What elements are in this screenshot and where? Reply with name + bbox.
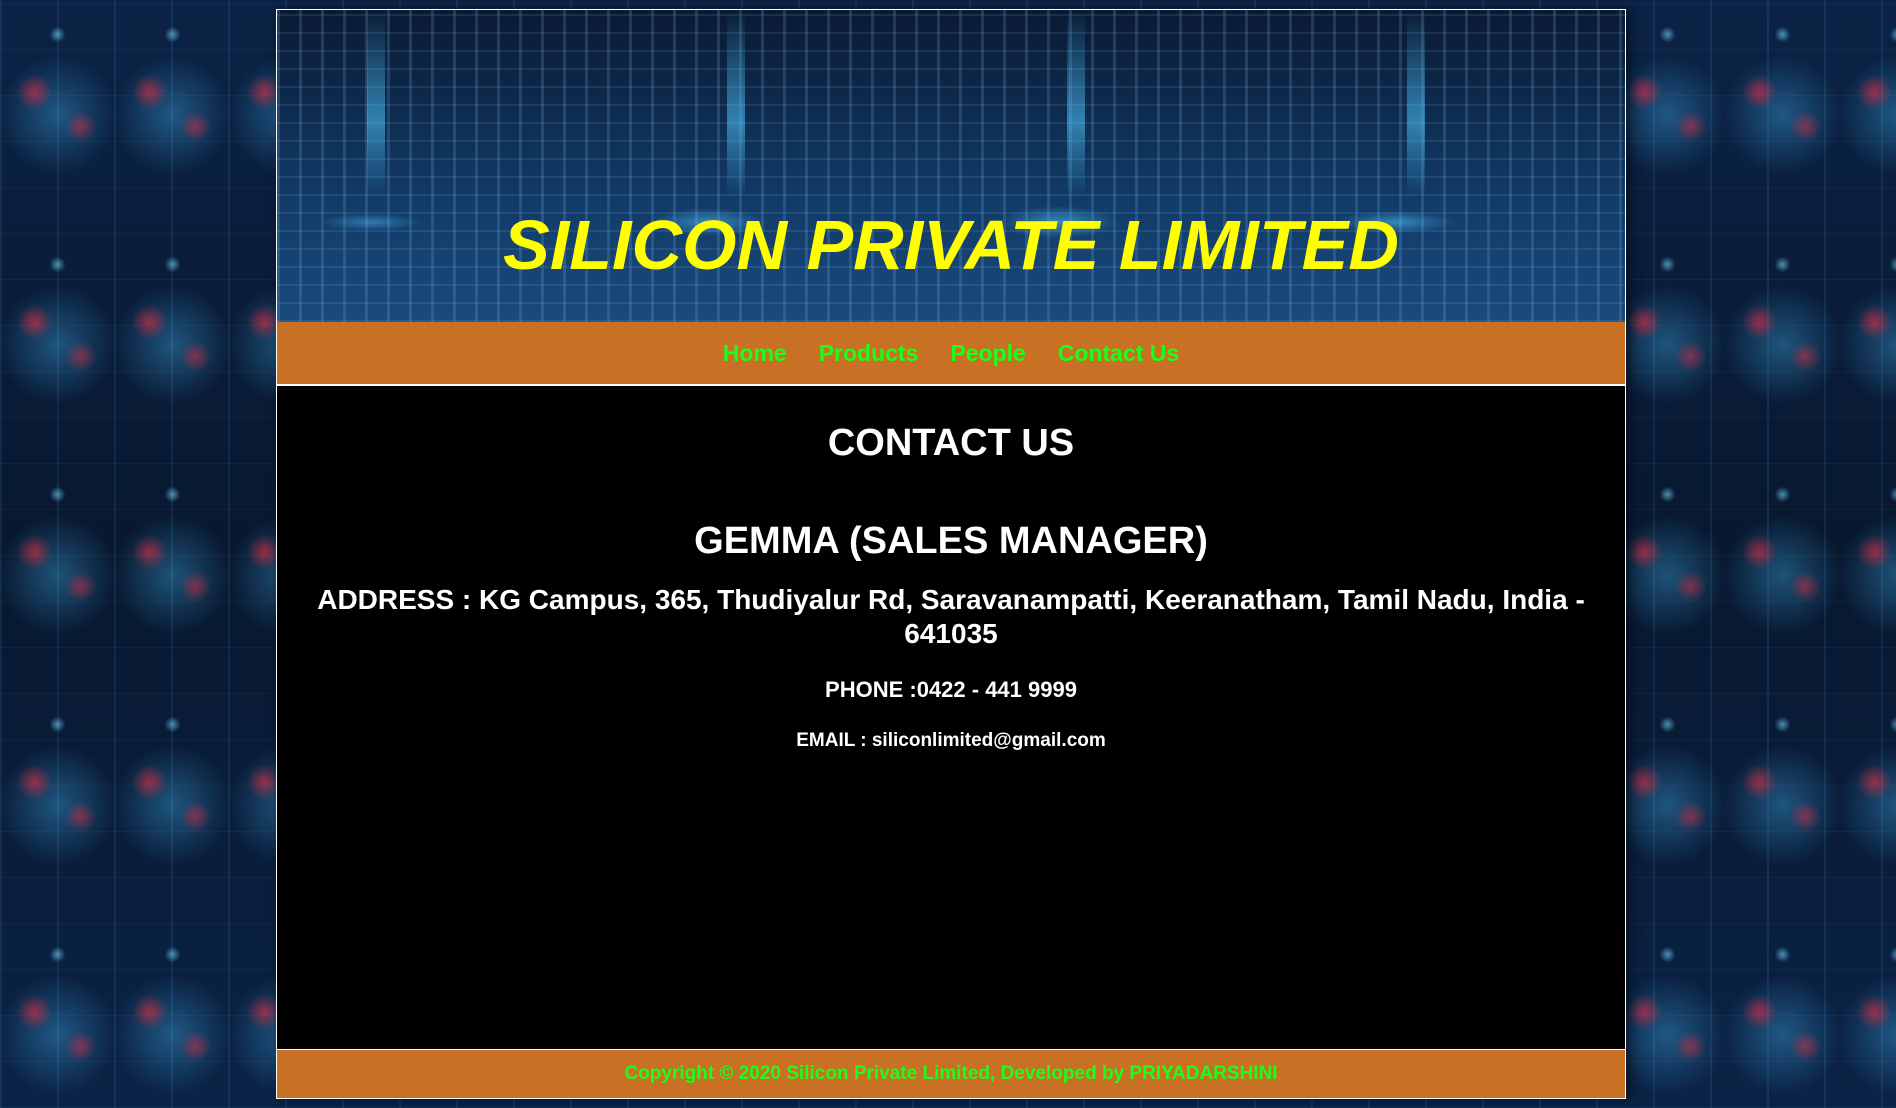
contact-email: EMAIL : siliconlimited@gmail.com: [796, 730, 1106, 751]
site-title: SILICON PRIVATE LIMITED: [503, 206, 1399, 284]
main-nav: Home Products People Contact Us: [277, 322, 1625, 384]
nav-link-products[interactable]: Products: [819, 340, 919, 367]
nav-link-contact-us[interactable]: Contact Us: [1058, 340, 1179, 367]
site-header-banner: SILICON PRIVATE LIMITED: [277, 10, 1625, 322]
page-container: SILICON PRIVATE LIMITED Home Products Pe…: [276, 9, 1626, 1099]
contact-phone: PHONE :0422 - 441 9999: [825, 677, 1077, 702]
main-content: CONTACT US GEMMA (SALES MANAGER) ADDRESS…: [277, 386, 1625, 1049]
contact-address: ADDRESS : KG Campus, 365, Thudiyalur Rd,…: [317, 584, 1585, 649]
footer-copyright: Copyright © 2020 Silicon Private Limited…: [624, 1063, 1278, 1084]
nav-link-people[interactable]: People: [950, 340, 1025, 367]
page-heading: CONTACT US: [827, 422, 1075, 464]
circuit-background-image: [277, 10, 1625, 198]
nav-link-home[interactable]: Home: [723, 340, 787, 367]
contact-name: GEMMA (SALES MANAGER): [694, 520, 1208, 562]
site-footer: Copyright © 2020 Silicon Private Limited…: [277, 1050, 1625, 1098]
